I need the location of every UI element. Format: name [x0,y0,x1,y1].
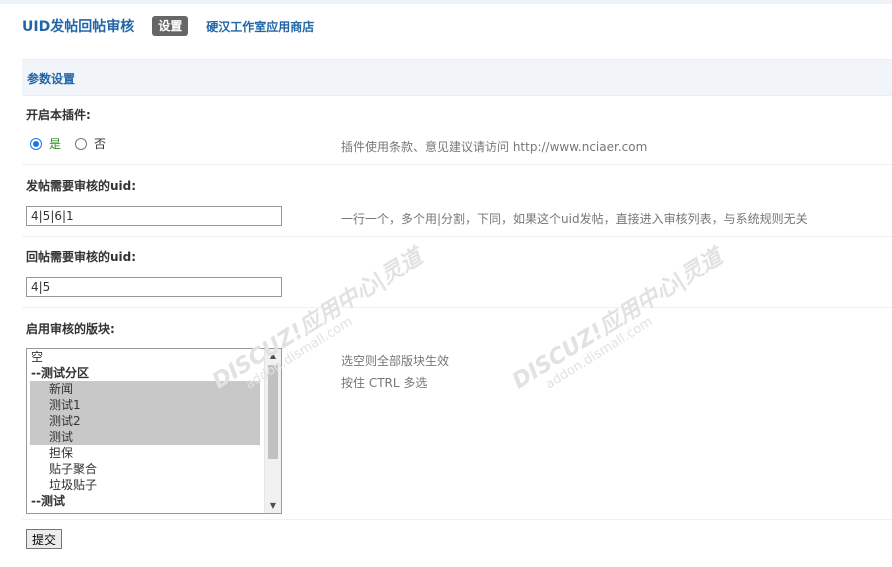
enable-plugin-label: 开启本插件: [26,108,91,122]
post-uid-label: 发帖需要审核的uid: [26,179,137,193]
forums-label: 启用审核的版块: [26,322,115,336]
forum-option[interactable]: 担保 [27,445,263,461]
triangle-down-icon[interactable]: ▼ [265,499,281,513]
row-divider [22,164,892,165]
tab-settings[interactable]: 设置 [152,16,189,36]
radio-no[interactable] [75,137,88,150]
row-divider [22,519,892,520]
app-store-link[interactable]: 硬汉工作室应用商店 [206,18,314,35]
forum-option[interactable]: 垃圾贴子 [27,477,263,493]
top-border [0,0,892,4]
forums-tip-empty: 选空则全部版块生效 [341,354,450,368]
forum-option[interactable]: 测试 [30,429,260,445]
watermark-brand: DISCUZ!应用中心|灵道 [508,244,727,395]
forum-option[interactable]: 测试2 [30,413,260,429]
forums-tip-ctrl: 按住 CTRL 多选 [341,376,428,390]
page-header: UID发帖回帖审核 设置 硬汉工作室应用商店 [22,16,314,36]
reply-uid-input[interactable] [26,277,282,297]
forum-option[interactable]: --测试 [27,493,263,509]
radio-no-label[interactable]: 否 [94,135,106,152]
watermark: DISCUZ!应用中心|灵道 addon.dismall.com [505,240,734,407]
radio-yes-label[interactable]: 是 [49,135,61,152]
page-title: UID发帖回帖审核 [22,19,135,35]
enable-plugin-tip: 插件使用条款、意见建议请访问 http://www.nciaer.com [341,140,648,154]
post-uid-input[interactable] [26,206,282,226]
section-title: 参数设置 [27,72,76,86]
row-divider [22,307,892,308]
forum-option[interactable]: 贴子聚合 [27,461,263,477]
enable-plugin-radios: 是 否 [30,135,106,152]
radio-yes[interactable] [30,137,42,150]
watermark-brand: DISCUZ!应用中心|灵道 [208,244,427,395]
row-divider [22,236,892,237]
watermark-url: addon.dismall.com [542,314,656,393]
reply-uid-label: 回帖需要审核的uid: [26,250,137,264]
post-uid-tip: 一行一个，多个用|分割，下同，如果这个uid发帖，直接进入审核列表，与系统规则无… [341,212,808,226]
submit-button[interactable]: 提交 [26,529,62,549]
section-header: 参数设置 [22,59,892,96]
